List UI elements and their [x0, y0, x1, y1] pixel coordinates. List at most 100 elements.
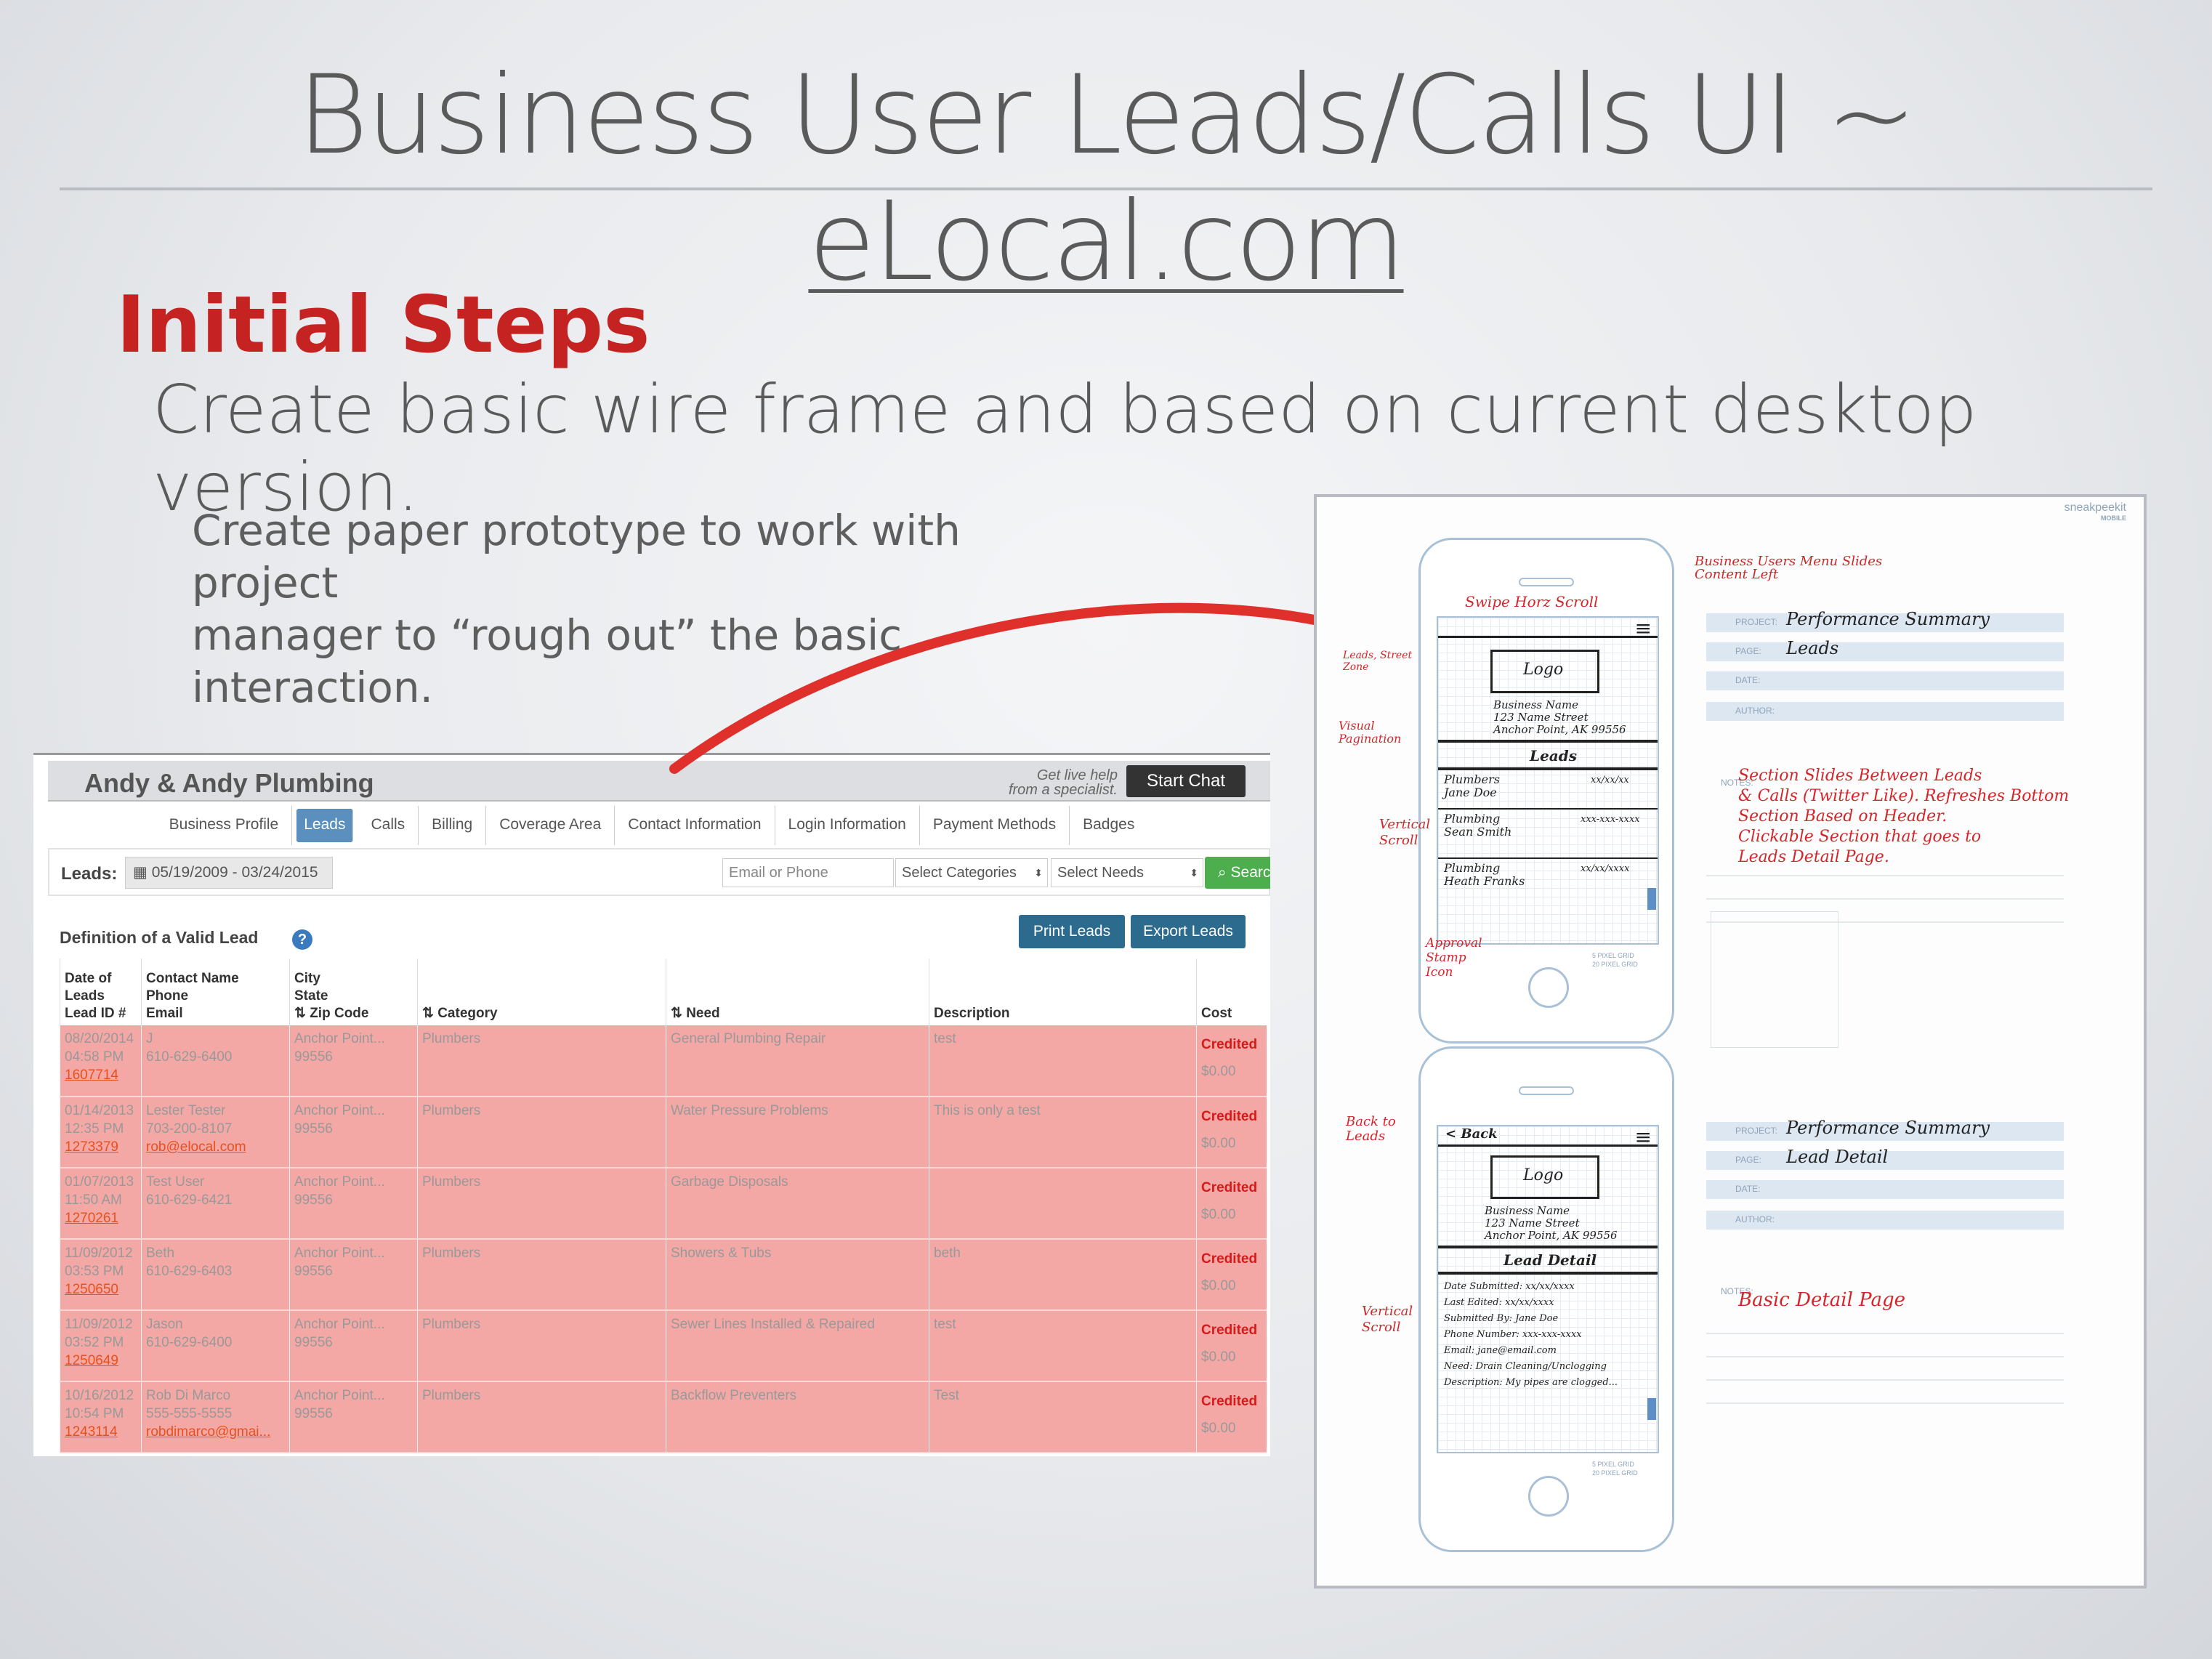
lead-email-link[interactable]: rob@elocal.com [146, 1138, 285, 1156]
section-heading: Initial Steps [116, 280, 650, 371]
live-help-line-1: Get live help [1036, 767, 1118, 783]
wire1-page-value: Leads [1786, 638, 1839, 658]
leads-label: Leads: [61, 864, 118, 884]
sort-icon: ⇅ [294, 1006, 310, 1021]
lead-cost-cell: Credited $0.00 [1196, 1168, 1267, 1240]
lead-description-cell [929, 1168, 1197, 1240]
lead-need-cell: Water Pressure Problems [666, 1097, 929, 1168]
email-phone-input[interactable]: Email or Phone [722, 858, 894, 887]
categories-select[interactable]: Select Categories ⬍ [895, 858, 1048, 887]
col-contact[interactable]: Contact Name Phone Email [141, 958, 290, 1025]
wire-divider [1438, 1272, 1658, 1275]
date-range-picker[interactable]: ▦ 05/19/2009 - 03/24/2015 [125, 857, 333, 889]
search-icon: ⌕ [1217, 864, 1231, 881]
col-cost: Cost [1196, 958, 1267, 1025]
lead-id-link[interactable]: 1243114 [65, 1423, 137, 1441]
wireframe-leads-screen: ≡ Logo Business Name 123 Name Street Ancho… [1437, 616, 1659, 945]
lead-email-link[interactable]: robdimarco@gmai... [146, 1423, 285, 1441]
lead-row[interactable]: 01/07/2013 11:50 AM 1270261 Test User 610-62… [60, 1168, 1267, 1240]
lead-id-link[interactable]: 1607714 [65, 1066, 137, 1084]
form-date-field: DATE: [1706, 671, 2064, 690]
wire-list-item: Plumbers Jane Doe [1444, 772, 1500, 799]
lead-city-cell: Anchor Point... 99556 [289, 1168, 418, 1240]
start-chat-button[interactable]: Start Chat [1126, 765, 1246, 797]
wire-logo-box: Logo [1490, 650, 1599, 693]
wire-scrollbar [1647, 888, 1656, 910]
tab-business-profile[interactable]: Business Profile [156, 806, 293, 845]
col-category[interactable]: ⇅ Category [417, 958, 666, 1025]
needs-select[interactable]: Select Needs ⬍ [1051, 858, 1203, 887]
lead-description-cell: test [929, 1025, 1197, 1097]
lead-category-cell: Plumbers [417, 1097, 666, 1168]
lead-id-link[interactable]: 1250649 [65, 1352, 137, 1370]
wire-section-title: Lead Detail [1503, 1251, 1597, 1269]
select-arrows-icon: ⬍ [1034, 867, 1043, 879]
select-arrows-icon: ⬍ [1190, 867, 1198, 879]
phone-speaker [1519, 578, 1574, 586]
lead-city-cell: Anchor Point... 99556 [289, 1239, 418, 1311]
wire-list-item: Plumbing Sean Smith [1444, 812, 1512, 839]
lead-description-cell: test [929, 1310, 1197, 1382]
tab-badges[interactable]: Badges [1070, 806, 1147, 845]
print-leads-button[interactable]: Print Leads [1019, 915, 1125, 948]
lead-id-link[interactable]: 1273379 [65, 1138, 137, 1156]
lead-cost-cell: Credited $0.00 [1196, 1310, 1267, 1382]
lead-need-cell: Backflow Preventers [666, 1381, 929, 1453]
export-leads-button[interactable]: Export Leads [1131, 915, 1246, 948]
leads-table: Date of Leads Lead ID # Contact Name Phone E… [60, 958, 1267, 1453]
tab-calls[interactable]: Calls [358, 806, 419, 845]
elocal-link[interactable]: eLocal.com [808, 179, 1405, 305]
account-nav-tabs: Business Profile Leads Calls Billing Cov… [33, 806, 1270, 845]
lead-row[interactable]: 10/16/2012 10:54 PM 1243114 Rob Di Marco 555… [60, 1381, 1267, 1453]
wire-back-button: < Back [1445, 1126, 1498, 1142]
lead-description-cell: beth [929, 1239, 1197, 1311]
leads-filter-bar: Leads: ▦ 05/19/2009 - 03/24/2015 Email o… [48, 848, 1270, 896]
col-description: Description [929, 958, 1197, 1025]
sort-icon: ⇅ [671, 1006, 687, 1021]
wireframe-detail-screen: < Back ≡ Logo Business Name 123 Name Stre… [1437, 1125, 1659, 1453]
lead-id-link[interactable]: 1270261 [65, 1209, 137, 1227]
form-author-field: AUTHOR: [1706, 1211, 2064, 1230]
lead-city-cell: Anchor Point... 99556 [289, 1381, 418, 1453]
lead-description-cell: This is only a test [929, 1097, 1197, 1168]
notes-rule [1706, 1379, 2064, 1381]
lead-description-cell: Test [929, 1381, 1197, 1453]
thumbnail-frame [1711, 911, 1838, 1048]
categories-select-value: Select Categories [902, 865, 1017, 881]
search-button[interactable]: ⌕ Search [1205, 857, 1270, 889]
lead-row[interactable]: 11/09/2012 03:52 PM 1250649 Jason 610-629-64… [60, 1310, 1267, 1382]
tab-billing[interactable]: Billing [419, 806, 487, 845]
lead-category-cell: Plumbers [417, 1381, 666, 1453]
lead-category-cell: Plumbers [417, 1025, 666, 1097]
calendar-icon: ▦ [133, 864, 152, 881]
lead-row[interactable]: 08/20/2014 04:58 PM 1607714 J 610-629-6400 An… [60, 1025, 1267, 1097]
tab-login-information[interactable]: Login Information [775, 806, 920, 845]
annotation-visual-pagination: Visual Pagination [1339, 719, 1402, 746]
wire-divider [1438, 767, 1658, 770]
col-date[interactable]: Date of Leads Lead ID # [60, 958, 142, 1025]
help-icon[interactable]: ? [292, 929, 312, 950]
lead-id-link[interactable]: 1250650 [65, 1280, 137, 1299]
desktop-leads-screenshot: Andy & Andy Plumbing Get live help from … [33, 753, 1270, 1456]
tab-leads[interactable]: Leads [296, 809, 354, 842]
sneakpeekit-logo: sneakpeekit MOBILE [2064, 501, 2126, 522]
col-city[interactable]: City State ⇅ Zip Code [289, 958, 418, 1025]
note-line-1: Create paper prototype to work with proj… [192, 506, 961, 608]
tab-contact-information[interactable]: Contact Information [615, 806, 775, 845]
tab-payment-methods[interactable]: Payment Methods [920, 806, 1070, 845]
lead-date-cell: 10/16/2012 10:54 PM 1243114 [60, 1381, 142, 1453]
hamburger-menu-icon: ≡ [1634, 616, 1652, 640]
leads-table-header: Date of Leads Lead ID # Contact Name Phone E… [60, 958, 1267, 1025]
col-need[interactable]: ⇅ Need [666, 958, 929, 1025]
wire-list-meta: xxx-xxx-xxxx [1581, 814, 1640, 825]
tab-coverage-area[interactable]: Coverage Area [486, 806, 615, 845]
annotation-swipe: Swipe Horz Scroll [1465, 593, 1599, 610]
wire2-page-value: Lead Detail [1786, 1147, 1889, 1167]
lead-row[interactable]: 11/09/2012 03:53 PM 1250650 Beth 610-629-640… [60, 1239, 1267, 1311]
date-range-value: 05/19/2009 - 03/24/2015 [151, 864, 318, 881]
wire1-project-value: Performance Summary [1786, 609, 1990, 629]
lead-contact-cell: Jason 610-629-6400 [141, 1310, 290, 1382]
wire-logo-box: Logo [1490, 1155, 1599, 1199]
lead-row[interactable]: 01/14/2013 12:35 PM 1273379 Lester Tester 70… [60, 1097, 1267, 1168]
valid-lead-definition-link[interactable]: Definition of a Valid Lead [60, 928, 258, 948]
